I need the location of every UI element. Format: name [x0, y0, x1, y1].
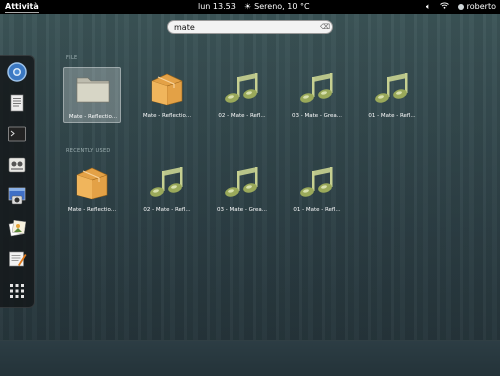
result-tile[interactable]: 01 - Mate - Refl... [288, 161, 346, 217]
top-panel: Attività lun 13.53 ☀ Sereno, 10 °C 🔈︎ ro… [0, 0, 500, 14]
result-label: Mate - Reflectio... [142, 113, 192, 119]
result-label: 01 - Mate - Refl... [368, 113, 416, 119]
music-note-icon [298, 69, 336, 107]
music-note-icon [223, 163, 261, 201]
search-input[interactable] [174, 21, 314, 33]
folder-icon [74, 70, 112, 108]
screenshot-icon[interactable] [7, 186, 27, 206]
show-applications-icon[interactable] [7, 281, 27, 301]
user-name: roberto [466, 2, 496, 11]
message-tray-area [0, 340, 500, 376]
network-icon[interactable] [439, 0, 449, 14]
result-tile[interactable]: 03 - Mate - Grea... [288, 67, 346, 123]
result-tile[interactable]: Mate - Reflectio... [138, 67, 196, 123]
volume-icon[interactable]: 🔈︎ [426, 0, 431, 14]
music-note-icon [373, 69, 411, 107]
sun-icon: ☀ [244, 2, 252, 11]
search-box[interactable]: ⌫ [167, 20, 333, 34]
terminal-icon[interactable] [7, 124, 27, 144]
music-note-icon [223, 69, 261, 107]
document-viewer-icon[interactable] [7, 93, 27, 113]
dash [0, 55, 35, 308]
result-label: 02 - Mate - Refl... [143, 207, 191, 213]
package-icon [148, 69, 186, 107]
result-tile[interactable]: 02 - Mate - Refl... [213, 67, 271, 123]
result-label: 03 - Mate - Grea... [216, 207, 268, 213]
result-tile[interactable]: Mate - Reflectio... [63, 67, 121, 123]
chromium-icon[interactable] [7, 62, 27, 82]
music-note-icon [298, 163, 336, 201]
activities-button[interactable]: Attività [5, 0, 39, 14]
result-label: 03 - Mate - Grea... [291, 113, 343, 119]
weather-indicator[interactable]: ☀ Sereno, 10 °C [244, 0, 310, 14]
image-viewer-icon[interactable] [7, 218, 27, 238]
weather-text: Sereno, 10 °C [254, 2, 310, 11]
recent-section-label: RECENTLY USED [66, 148, 111, 154]
text-editor-icon[interactable] [7, 249, 27, 269]
system-settings-icon[interactable] [7, 155, 27, 175]
user-status-icon [457, 4, 464, 10]
result-tile[interactable]: 02 - Mate - Refl... [138, 161, 196, 217]
user-menu[interactable]: roberto [457, 0, 496, 14]
result-label: 01 - Mate - Refl... [293, 207, 341, 213]
result-tile[interactable]: 01 - Mate - Refl... [363, 67, 421, 123]
result-label: Mate - Reflectio... [67, 207, 117, 213]
result-tile[interactable]: 03 - Mate - Grea... [213, 161, 271, 217]
result-tile[interactable]: Mate - Reflectio... [63, 161, 121, 217]
clock[interactable]: lun 13.53 [198, 0, 236, 14]
result-label: Mate - Reflectio... [68, 114, 118, 120]
music-note-icon [148, 163, 186, 201]
package-icon [73, 163, 111, 201]
clear-search-icon[interactable]: ⌫ [320, 23, 330, 31]
result-label: 02 - Mate - Refl... [218, 113, 266, 119]
status-area: 🔈︎ roberto [426, 0, 496, 14]
files-section-label: FILE [66, 55, 78, 61]
